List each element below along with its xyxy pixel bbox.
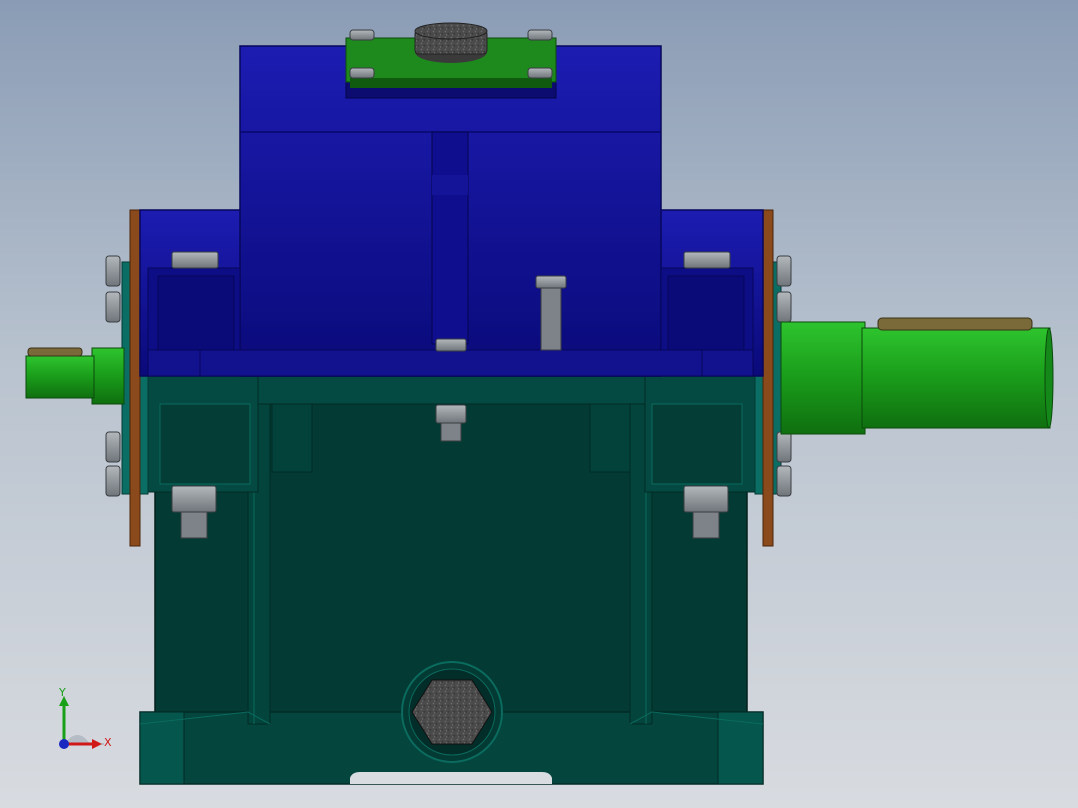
z-axis-dot <box>59 739 69 749</box>
y-axis-label: Y <box>58 686 66 699</box>
drain-plug[interactable] <box>401 661 503 763</box>
bearing-cap-right[interactable] <box>762 209 774 547</box>
x-axis-label: X <box>104 736 112 749</box>
gearbox-model[interactable] <box>0 0 1078 808</box>
inspection-cover[interactable] <box>345 22 557 99</box>
input-shaft[interactable] <box>25 347 125 405</box>
bearing-cap-left[interactable] <box>129 209 141 547</box>
vent-plug[interactable] <box>414 22 488 63</box>
coordinate-triad: Y X <box>58 686 112 749</box>
output-shaft[interactable] <box>780 317 1054 435</box>
graphics-viewport[interactable]: Y X <box>0 0 1078 808</box>
